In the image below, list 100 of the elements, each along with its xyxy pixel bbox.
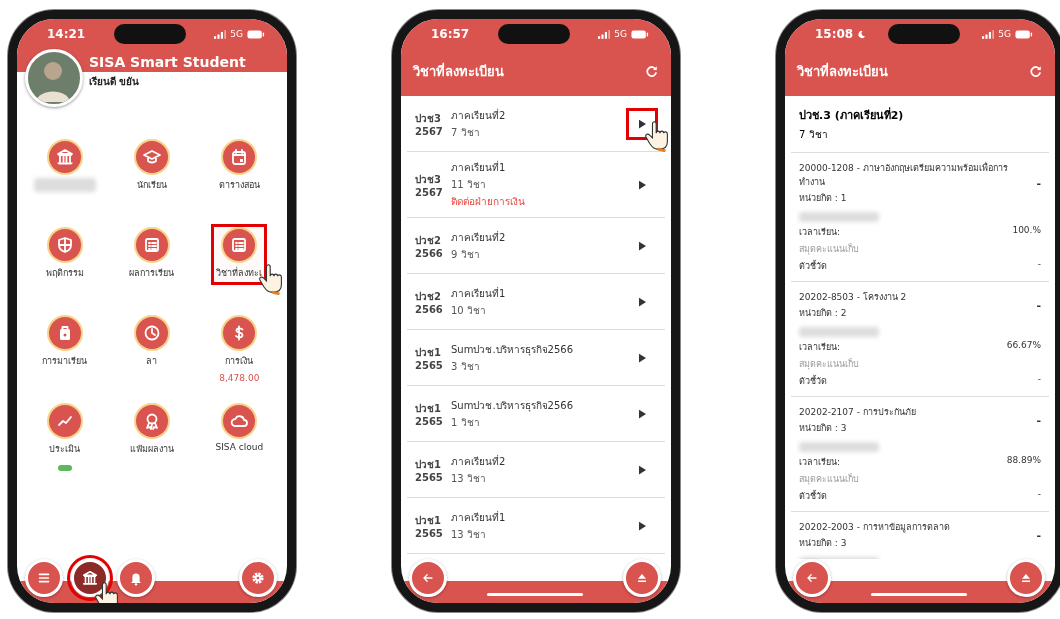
term-row[interactable]: ปวช1 2565 Sumปวช.บริหารธุรกิจ2566 3 วิชา xyxy=(407,330,665,386)
shield-icon xyxy=(48,229,81,261)
year-text: 2565 xyxy=(415,471,444,483)
back-button[interactable] xyxy=(409,559,447,597)
term-title: ภาคเรียนที่1 xyxy=(451,509,507,525)
scroll-top-button[interactable] xyxy=(1007,559,1045,597)
attendance-label: เวลาเรียน: xyxy=(799,226,841,239)
signal-icon xyxy=(982,29,995,39)
indicator-label: ตัวชี้วัด xyxy=(799,489,827,503)
credits-text: หน่วยกิต : 3 xyxy=(799,422,848,435)
avatar xyxy=(25,49,83,107)
menu-item[interactable]: วิชาที่ลงทะเ xyxy=(211,224,268,285)
year-text: 2566 xyxy=(415,247,444,259)
term-title: ภาคเรียนที่1 xyxy=(451,285,507,301)
screen-title: วิชาที่ลงทะเบียน xyxy=(413,61,504,81)
summary-title: ปวช.3 (ภาคเรียนที่2) xyxy=(799,106,905,124)
scroll-top-button[interactable] xyxy=(623,559,661,597)
term-title: ภาคเรียนที่2 xyxy=(451,229,507,245)
term-row[interactable]: ปวช1 2565 ภาคเรียนที่2 13 วิชา xyxy=(407,442,665,498)
subject-count: 13 วิชา xyxy=(451,527,487,542)
attendance-label: เวลาเรียน: xyxy=(799,341,841,354)
refresh-icon[interactable] xyxy=(644,64,659,79)
year-text: 2566 xyxy=(415,303,444,315)
screen-title: วิชาที่ลงทะเบียน xyxy=(797,61,888,81)
nav-button[interactable] xyxy=(25,559,63,597)
term-title: Sumปวช.บริหารธุรกิจ2566 xyxy=(451,398,575,413)
subject-count: 1 วิชา xyxy=(451,415,481,430)
indicator-value: - xyxy=(1037,259,1041,271)
subject-count: 13 วิชา xyxy=(451,471,487,486)
year-text: 2567 xyxy=(415,186,444,198)
bank-icon xyxy=(48,141,81,173)
subject-count: 9 วิชา xyxy=(451,247,481,262)
credits-text: หน่วยกิต : 2 xyxy=(799,307,848,320)
network-label: 5G xyxy=(230,29,243,39)
level-text: ปวช3 xyxy=(415,111,442,126)
caret-icon xyxy=(638,179,646,190)
battery-icon xyxy=(631,29,649,39)
battery-icon xyxy=(1015,29,1033,39)
term-title: ภาคเรียนที่2 xyxy=(451,107,507,123)
user-name: เรียนดี ขยัน xyxy=(89,75,141,89)
indicator-value: - xyxy=(1037,374,1041,386)
course-name: 20202-8503 - โครงงาน 2 xyxy=(799,291,908,304)
subject-count: 7 วิชา xyxy=(451,125,481,140)
course-name: 20000-1208 - ภาษาอังกฤษเตรียมความพร้อมเพื่อการทำงาน xyxy=(799,161,1009,189)
year-text: 2565 xyxy=(415,527,444,539)
nav-button[interactable] xyxy=(239,559,277,597)
term-title: ภาคเรียนที่2 xyxy=(451,453,507,469)
app-title: SISA Smart Student xyxy=(89,54,246,71)
grade-text: - xyxy=(1036,176,1041,190)
list-icon xyxy=(223,229,256,261)
level-text: ปวช1 xyxy=(415,513,442,528)
caret-icon xyxy=(638,118,646,129)
grade-text: - xyxy=(1036,528,1041,542)
ribbon-icon xyxy=(136,405,168,437)
year-text: 2567 xyxy=(415,125,444,137)
attendance-value: 88.89% xyxy=(1006,455,1041,467)
level-text: ปวช1 xyxy=(415,345,442,360)
pointing-hand-icon xyxy=(645,120,671,152)
bank-icon xyxy=(81,569,99,587)
dollar-icon xyxy=(223,317,256,349)
caret-icon xyxy=(638,352,646,363)
back-button[interactable] xyxy=(793,559,831,597)
term-row[interactable]: ปวช2 2566 ภาคเรียนที่2 9 วิชา xyxy=(407,218,665,274)
caret-icon xyxy=(638,296,646,307)
network-label: 5G xyxy=(614,29,627,39)
nav-button[interactable] xyxy=(71,559,109,597)
level-text: ปวช1 xyxy=(415,457,442,472)
attendance-value: 100.% xyxy=(1012,225,1041,237)
subject-count: 10 วิชา xyxy=(451,303,487,318)
open-button[interactable] xyxy=(629,110,655,137)
term-row[interactable]: ปวช1 2565 Sumปวช.บริหารธุรกิจ2566 1 วิชา xyxy=(407,386,665,442)
refresh-icon[interactable] xyxy=(1028,64,1043,79)
level-text: ปวช3 xyxy=(415,172,442,187)
caret-icon xyxy=(638,520,646,531)
term-row[interactable]: ปวช2 2566 ภาคเรียนที่1 10 วิชา xyxy=(407,274,665,330)
status-time: 15:08 xyxy=(815,27,854,41)
grade-text: - xyxy=(1036,413,1041,427)
term-title: ภาคเรียนที่1 xyxy=(451,160,507,175)
course-name: 20202-2003 - การหาข้อมูลการตลาด xyxy=(799,521,951,534)
bag-icon xyxy=(48,317,81,349)
network-label: 5G xyxy=(998,29,1011,39)
caret-icon xyxy=(638,240,646,251)
indicator-label: ตัวชี้วัด xyxy=(799,374,827,388)
level-text: ปวช1 xyxy=(415,401,442,416)
warning-text: ติดต่อฝ่ายการเงิน xyxy=(451,195,526,209)
clock-icon xyxy=(136,317,168,349)
caret-icon xyxy=(638,464,646,475)
level-text: ปวช2 xyxy=(415,289,442,304)
nav-button[interactable] xyxy=(117,559,155,597)
caret-icon xyxy=(638,408,646,419)
cloud-icon xyxy=(223,405,256,437)
indicator-label: ตัวชี้วัด xyxy=(799,259,827,273)
term-row[interactable]: ปวช3 2567 ภาคเรียนที่2 7 วิชา xyxy=(407,96,665,152)
attendance-value: 66.67% xyxy=(1006,340,1041,352)
subject-count: 11 วิชา xyxy=(451,178,487,192)
list-icon xyxy=(136,229,168,261)
term-row[interactable]: ปวช1 2565 ภาคเรียนที่1 13 วิชา xyxy=(407,498,665,554)
subject-count: 7 วิชา xyxy=(799,128,829,142)
term-title: Sumปวช.บริหารธุรกิจ2566 xyxy=(451,342,575,357)
status-time: 14:21 xyxy=(47,27,86,41)
